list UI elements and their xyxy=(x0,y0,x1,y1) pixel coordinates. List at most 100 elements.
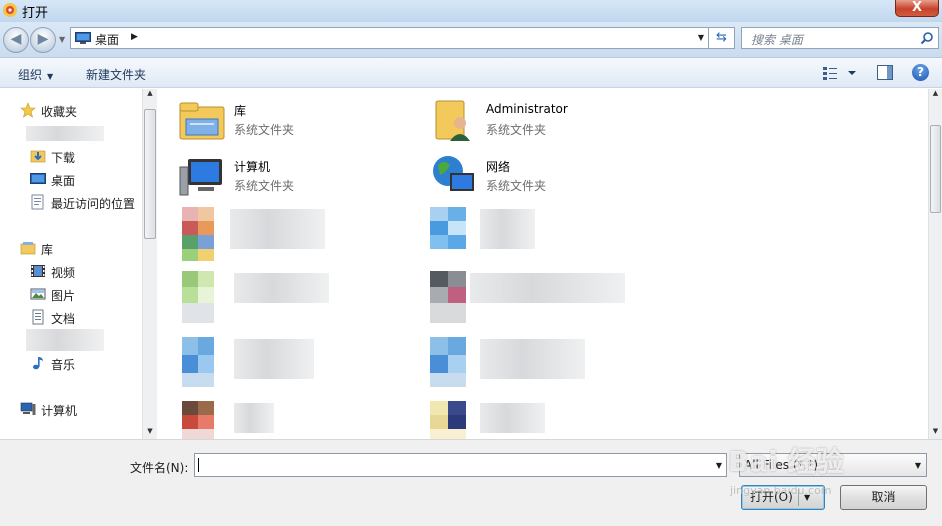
content-scroll-thumb[interactable] xyxy=(930,125,941,213)
scroll-up-icon[interactable]: ▲ xyxy=(143,89,157,101)
item-name: 库 xyxy=(234,104,247,118)
recent-pages-dropdown-icon[interactable]: ▼ xyxy=(59,35,65,44)
forward-button[interactable]: ▶ xyxy=(30,27,56,53)
pixel-block xyxy=(448,401,466,415)
nav-downloads[interactable]: 下载 xyxy=(0,146,140,166)
nav-libraries[interactable]: 库 xyxy=(0,238,140,258)
network-globe-icon xyxy=(433,156,474,191)
scroll-down-icon[interactable]: ▼ xyxy=(929,427,942,439)
nav-desktop[interactable]: 桌面 xyxy=(0,169,140,189)
nav-music[interactable]: 音乐 xyxy=(0,353,140,373)
nav-videos[interactable]: 视频 xyxy=(0,261,140,281)
nav-computer[interactable]: 计算机 xyxy=(0,399,140,419)
pixel-block xyxy=(448,415,466,429)
computer-icon xyxy=(179,159,222,196)
pixel-block xyxy=(430,287,448,303)
pixel-block xyxy=(430,271,448,287)
item-computer[interactable]: 计算机 系统文件夹 xyxy=(178,153,428,199)
content-scrollbar[interactable]: ▲ ▼ xyxy=(928,89,942,439)
organize-label: 组织 xyxy=(18,68,43,82)
nav-documents-label: 文档 xyxy=(51,312,76,326)
breadcrumb-arrow-icon[interactable]: ▶ xyxy=(131,32,138,42)
watermark: Bai 经验 xyxy=(728,445,844,478)
navigation-pane: 收藏夹 下载 桌面 最近访问的位置 库 视频 图片 文档 音乐 计算机 ▲ ▼ xyxy=(0,89,158,439)
item-type: 系统文件夹 xyxy=(234,179,295,193)
pixel-block xyxy=(182,207,198,221)
filename-input[interactable]: ▼ xyxy=(194,453,727,477)
nav-favorites[interactable]: 收藏夹 xyxy=(0,100,140,120)
pixel-block xyxy=(448,221,466,235)
item-name: 计算机 xyxy=(234,160,271,174)
blurred-label xyxy=(480,339,585,379)
pixel-block xyxy=(198,355,214,373)
pixel-block xyxy=(198,337,214,355)
app-icon xyxy=(3,3,17,17)
pixel-block xyxy=(430,429,466,439)
search-placeholder: 搜索 桌面 xyxy=(751,33,803,47)
pixel-block xyxy=(182,249,198,261)
pixel-block xyxy=(430,235,448,249)
pixel-block xyxy=(198,287,214,303)
pixel-block xyxy=(198,249,214,261)
command-toolbar: 组织 ▼ 新建文件夹 ? xyxy=(0,58,942,88)
new-folder-button[interactable]: 新建文件夹 xyxy=(86,66,146,83)
nav-documents[interactable]: 文档 xyxy=(0,307,140,327)
pixel-block xyxy=(430,207,448,221)
nav-pictures[interactable]: 图片 xyxy=(0,284,140,304)
pixel-block xyxy=(198,235,214,249)
pixel-block xyxy=(182,235,198,249)
nav-scroll-thumb[interactable] xyxy=(144,109,156,239)
blurred-label xyxy=(470,273,625,303)
item-administrator[interactable]: Administrator 系统文件夹 xyxy=(430,97,680,143)
back-button[interactable]: ◀ xyxy=(3,27,29,53)
documents-icon xyxy=(32,309,44,325)
nav-recent-places[interactable]: 最近访问的位置 xyxy=(0,192,140,212)
nav-libraries-label: 库 xyxy=(41,243,54,257)
help-icon[interactable]: ? xyxy=(912,64,929,81)
chevron-down-icon: ▼ xyxy=(914,461,921,470)
pixel-block xyxy=(182,271,198,287)
nav-scrollbar[interactable]: ▲ ▼ xyxy=(142,89,157,439)
address-dropdown-icon[interactable]: ▼ xyxy=(698,33,704,42)
view-options-icon[interactable] xyxy=(822,65,858,81)
search-input[interactable]: 搜索 桌面 xyxy=(741,27,939,49)
blurred-label xyxy=(234,339,314,379)
pixel-block xyxy=(448,287,466,303)
pixel-block xyxy=(182,337,198,355)
item-network[interactable]: 网络 系统文件夹 xyxy=(430,153,680,199)
pixel-block xyxy=(182,221,198,235)
scroll-up-icon[interactable]: ▲ xyxy=(929,89,942,101)
nav-computer-label: 计算机 xyxy=(41,404,78,418)
item-type: 系统文件夹 xyxy=(234,123,295,137)
desktop-icon xyxy=(30,173,46,184)
pixel-block xyxy=(182,401,198,415)
downloads-folder-icon xyxy=(30,150,46,163)
file-list: 库 系统文件夹 Administrator 系统文件夹 计算机 系统文件夹 网络 xyxy=(158,89,928,439)
pixel-block xyxy=(430,221,448,235)
preview-pane-icon[interactable] xyxy=(877,65,893,80)
organize-button[interactable]: 组织 ▼ xyxy=(18,66,53,83)
music-note-icon xyxy=(33,357,43,370)
pixel-block xyxy=(182,415,198,429)
breadcrumb-desktop[interactable]: 桌面 xyxy=(95,31,119,48)
pixel-block xyxy=(182,287,198,303)
window-title: 打开 xyxy=(22,6,49,21)
blurred-item xyxy=(26,329,104,351)
address-bar[interactable]: 桌面 ▶ ▼ xyxy=(70,27,709,49)
pixel-block xyxy=(198,271,214,287)
chevron-down-icon[interactable]: ▼ xyxy=(716,461,722,470)
library-icon xyxy=(20,242,36,255)
scroll-down-icon[interactable]: ▼ xyxy=(143,427,157,439)
computer-icon xyxy=(20,402,36,415)
nav-desktop-label: 桌面 xyxy=(51,174,76,188)
item-libraries[interactable]: 库 系统文件夹 xyxy=(178,97,428,143)
close-button[interactable]: X xyxy=(895,0,939,17)
item-name: Administrator xyxy=(486,102,568,116)
pixel-block xyxy=(430,373,466,387)
refresh-button[interactable]: ⇆ xyxy=(709,27,735,49)
library-folder-icon xyxy=(179,102,225,140)
blurred-item xyxy=(26,126,104,141)
cancel-button[interactable]: 取消 xyxy=(840,485,927,510)
search-icon[interactable] xyxy=(920,31,934,45)
blurred-label xyxy=(230,209,325,249)
